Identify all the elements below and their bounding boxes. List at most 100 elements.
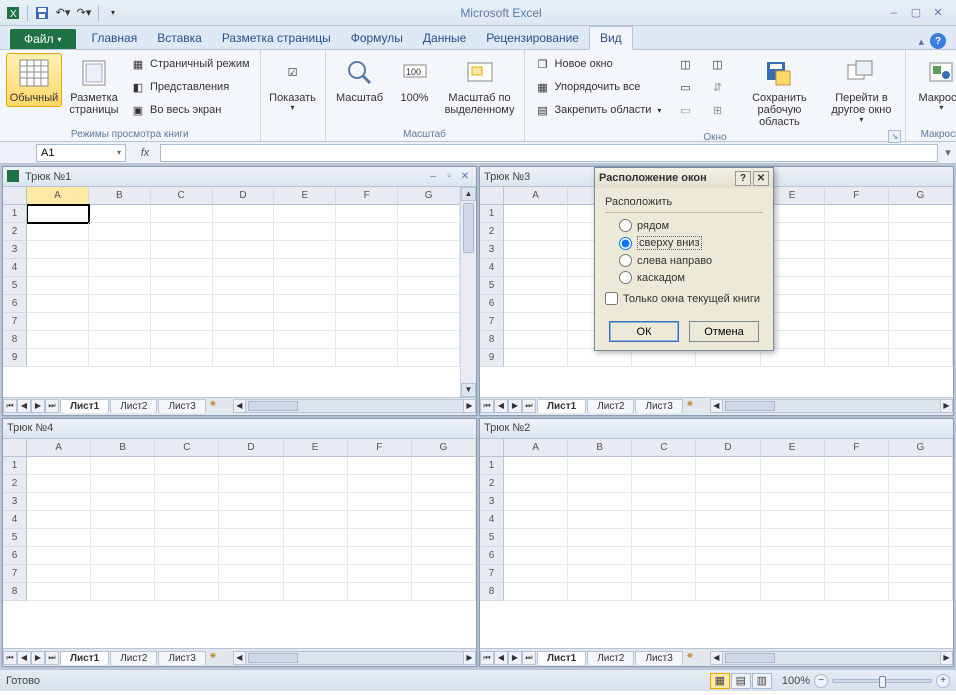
cell[interactable] <box>398 241 460 259</box>
cell[interactable] <box>412 583 476 601</box>
sheet-nav-first-icon[interactable]: ⏮ <box>480 399 494 413</box>
cell[interactable] <box>825 295 889 313</box>
row-header[interactable]: 6 <box>480 547 504 565</box>
cell[interactable] <box>632 493 696 511</box>
sheet-tab[interactable]: Лист3 <box>635 651 682 665</box>
cell[interactable] <box>632 529 696 547</box>
column-header[interactable]: A <box>27 439 91 457</box>
cell[interactable] <box>348 493 412 511</box>
radio-input[interactable] <box>619 271 632 284</box>
custom-views-button[interactable]: ◧Представления <box>126 76 254 98</box>
cell[interactable] <box>889 457 953 475</box>
row-header[interactable]: 7 <box>3 313 27 331</box>
cell[interactable] <box>155 457 219 475</box>
cell[interactable] <box>504 349 568 367</box>
row-header[interactable]: 7 <box>3 565 27 583</box>
cell[interactable] <box>91 511 155 529</box>
cell[interactable] <box>398 223 460 241</box>
cell[interactable] <box>761 529 825 547</box>
restore-icon[interactable]: ▢ <box>908 5 924 21</box>
cell[interactable] <box>889 295 953 313</box>
cell[interactable] <box>412 511 476 529</box>
cell[interactable] <box>504 529 568 547</box>
column-header[interactable]: E <box>284 439 348 457</box>
sheet-nav-first-icon[interactable]: ⏮ <box>3 399 17 413</box>
spreadsheet-grid[interactable]: 12345678 ABCDEFG <box>480 439 953 649</box>
cell[interactable] <box>219 475 283 493</box>
cell[interactable] <box>504 331 568 349</box>
cell[interactable] <box>155 547 219 565</box>
cell[interactable] <box>696 511 760 529</box>
cell[interactable] <box>825 205 889 223</box>
cell[interactable] <box>761 349 825 367</box>
cell[interactable] <box>825 493 889 511</box>
zoom-slider-handle[interactable] <box>879 676 886 688</box>
cell[interactable] <box>213 241 275 259</box>
cell[interactable] <box>274 349 336 367</box>
cell[interactable] <box>219 565 283 583</box>
freeze-panes-button[interactable]: ▤Закрепить области▾ <box>531 99 666 121</box>
restore-icon[interactable]: ▫ <box>442 170 456 184</box>
cell[interactable] <box>632 547 696 565</box>
cell[interactable] <box>889 529 953 547</box>
sheet-nav-first-icon[interactable]: ⏮ <box>480 651 494 665</box>
cell[interactable] <box>27 259 89 277</box>
cell[interactable] <box>284 529 348 547</box>
column-header[interactable]: C <box>155 439 219 457</box>
cell[interactable] <box>412 475 476 493</box>
zoom-slider[interactable] <box>832 679 932 683</box>
close-icon[interactable]: ✕ <box>458 170 472 184</box>
cell[interactable] <box>336 205 398 223</box>
row-header[interactable]: 8 <box>480 331 504 349</box>
cell[interactable] <box>825 241 889 259</box>
cell[interactable] <box>889 511 953 529</box>
cell[interactable] <box>155 529 219 547</box>
cell[interactable] <box>27 277 89 295</box>
cell[interactable] <box>91 565 155 583</box>
cell[interactable] <box>27 457 91 475</box>
cell[interactable] <box>568 529 632 547</box>
cell[interactable] <box>151 241 213 259</box>
column-header[interactable]: A <box>504 439 568 457</box>
row-header[interactable]: 2 <box>480 223 504 241</box>
cell[interactable] <box>504 475 568 493</box>
horizontal-scrollbar[interactable]: ◀▶ <box>710 399 953 413</box>
cell[interactable] <box>89 241 151 259</box>
cell[interactable] <box>348 547 412 565</box>
sheet-tab[interactable]: Лист3 <box>158 651 205 665</box>
cell[interactable] <box>568 511 632 529</box>
cell[interactable] <box>889 313 953 331</box>
cell[interactable] <box>91 475 155 493</box>
column-header[interactable]: D <box>696 439 760 457</box>
sheet-nav-last-icon[interactable]: ⏭ <box>45 399 59 413</box>
cell[interactable] <box>696 529 760 547</box>
cell[interactable] <box>155 475 219 493</box>
new-sheet-icon[interactable]: ✷ <box>209 651 227 665</box>
cell[interactable] <box>89 313 151 331</box>
macros-button[interactable]: Макросы▾ <box>912 53 956 116</box>
sheet-nav-next-icon[interactable]: ▶ <box>508 651 522 665</box>
tab-insert[interactable]: Вставка <box>147 27 212 49</box>
sheet-tab[interactable]: Лист1 <box>537 651 586 665</box>
cell[interactable] <box>274 277 336 295</box>
row-header[interactable]: 6 <box>3 295 27 313</box>
sheet-nav-last-icon[interactable]: ⏭ <box>522 651 536 665</box>
cell[interactable] <box>889 565 953 583</box>
row-header[interactable]: 1 <box>3 205 27 223</box>
row-header[interactable]: 4 <box>3 511 27 529</box>
cell[interactable] <box>219 457 283 475</box>
sheet-nav-prev-icon[interactable]: ◀ <box>494 399 508 413</box>
cell[interactable] <box>696 349 760 367</box>
cell[interactable] <box>696 565 760 583</box>
cell[interactable] <box>274 241 336 259</box>
cell[interactable] <box>213 277 275 295</box>
cell[interactable] <box>398 349 460 367</box>
tab-data[interactable]: Данные <box>413 27 476 49</box>
row-header[interactable]: 2 <box>480 475 504 493</box>
cell[interactable] <box>151 349 213 367</box>
cell[interactable] <box>348 583 412 601</box>
cell[interactable] <box>504 259 568 277</box>
cancel-button[interactable]: Отмена <box>689 321 759 342</box>
cell[interactable] <box>348 529 412 547</box>
cell[interactable] <box>91 547 155 565</box>
